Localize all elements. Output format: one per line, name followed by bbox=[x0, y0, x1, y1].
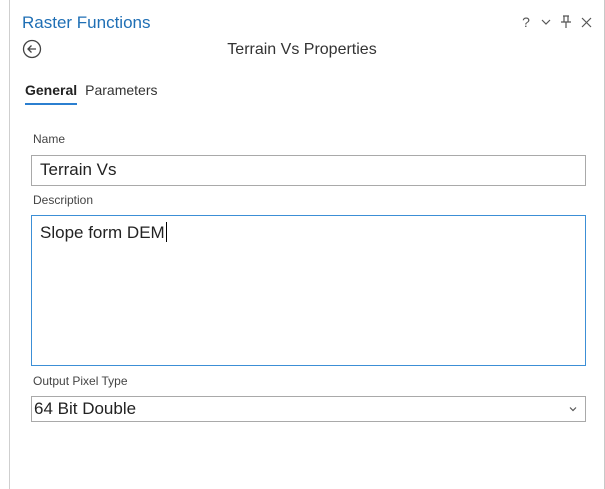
name-label: Name bbox=[33, 132, 66, 146]
output-pixel-type-value: 64 Bit Double bbox=[34, 399, 137, 418]
auto-hide-button[interactable] bbox=[556, 12, 576, 32]
properties-tabs: General Parameters bbox=[25, 82, 158, 105]
output-pixel-type-dropdown[interactable]: 64 Bit Double bbox=[31, 396, 586, 422]
description-field[interactable]: Slope form DEM bbox=[31, 215, 586, 366]
close-icon bbox=[581, 17, 591, 27]
pane-title-controls: ? bbox=[516, 12, 596, 32]
name-value: Terrain Vs bbox=[40, 160, 117, 179]
chevron-down-icon bbox=[541, 19, 551, 25]
pane-left-border bbox=[9, 0, 10, 489]
properties-title: Terrain Vs Properties bbox=[227, 41, 377, 58]
close-button[interactable] bbox=[576, 12, 596, 32]
name-field[interactable]: Terrain Vs bbox=[31, 155, 586, 186]
chevron-down-icon bbox=[569, 407, 577, 412]
output-pixel-type-label: Output Pixel Type bbox=[33, 374, 128, 388]
help-button[interactable]: ? bbox=[516, 12, 536, 32]
tab-parameters[interactable]: Parameters bbox=[85, 82, 157, 105]
tab-general[interactable]: General bbox=[25, 82, 78, 105]
raster-functions-pane: Raster Functions ? Terrain Vs Properties… bbox=[0, 0, 605, 489]
description-value: Slope form DEM bbox=[40, 223, 165, 242]
options-menu-button[interactable] bbox=[536, 12, 556, 32]
text-caret bbox=[165, 222, 167, 242]
pane-title: Raster Functions bbox=[22, 13, 151, 32]
description-label: Description bbox=[33, 193, 94, 207]
pin-icon bbox=[561, 15, 571, 28]
